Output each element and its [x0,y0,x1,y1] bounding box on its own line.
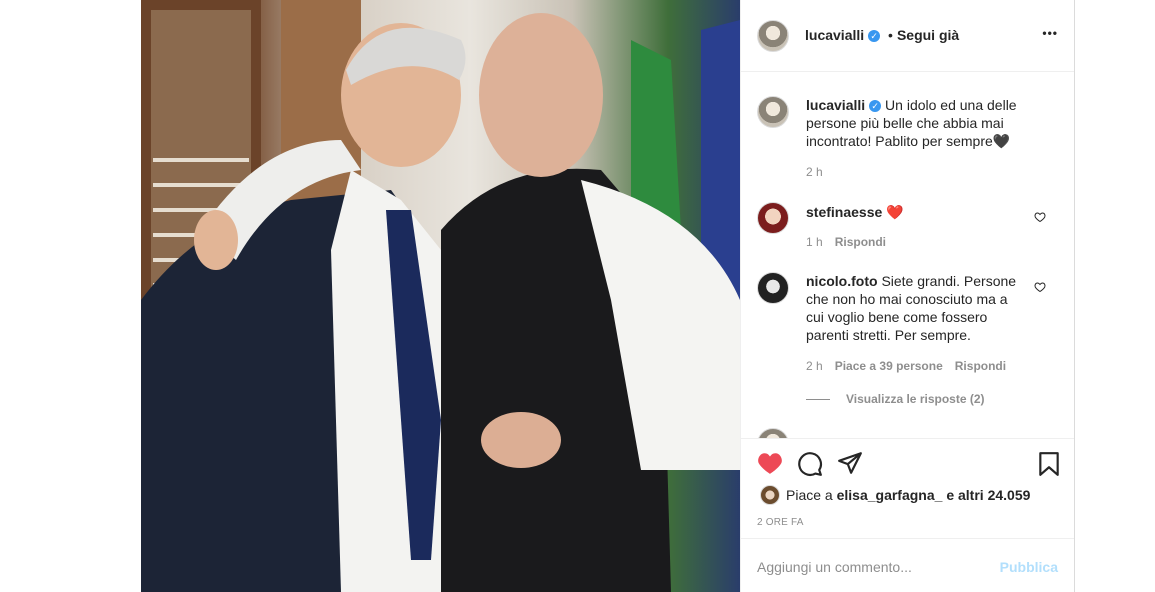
author-line: lucavialli ✓ • Segui già [805,27,959,43]
post-photo-illustration [141,0,740,592]
verified-badge-icon: ✓ [869,100,882,112]
add-comment-bar: Aggiungi un commento... Pubblica [741,538,1074,592]
more-options-icon[interactable]: ••• [1042,26,1058,40]
replies-divider [806,399,830,401]
comment-text: stefinaesse ❤️ [806,203,1021,221]
author-username[interactable]: lucavialli [805,27,864,43]
comment-avatar[interactable] [757,202,789,234]
post-timestamp[interactable]: 2 ORE FA [757,517,804,528]
post-details-panel: lucavialli ✓ • Segui già ••• lucavialli ✓ U… [740,0,1075,592]
comment-time[interactable]: 1 h [806,235,823,249]
comment-meta: 2 h Piace a 39 persone Rispondi [806,359,1018,373]
caption-text: lucavialli ✓ Un idolo ed una delle person… [806,96,1021,150]
comment-avatar[interactable] [757,428,789,438]
comment-username[interactable]: nicolo.foto [806,273,878,289]
view-replies-button[interactable]: Visualizza le risposte (2) [806,392,985,406]
reply-button[interactable]: Rispondi [835,235,886,249]
comment-likes-link[interactable]: Piace a 39 persone [835,359,943,373]
comment-time[interactable]: 2 h [806,359,823,373]
like-heart-icon[interactable] [757,451,783,475]
caption-username[interactable]: lucavialli [806,97,865,113]
publish-button[interactable]: Pubblica [1000,559,1058,575]
separator-dot: • [888,27,893,43]
like-comment-heart-icon[interactable] [1034,281,1046,293]
caption-time[interactable]: 2 h [806,165,823,179]
caption-author-avatar[interactable] [757,96,789,128]
likes-summary[interactable]: Piace a elisa_garfagna_ e altri 24.059 [786,487,1030,503]
comments-list[interactable]: lucavialli ✓ Un idolo ed una delle person… [741,72,1074,438]
follow-status-button[interactable]: Segui già [897,27,959,43]
like-comment-heart-icon[interactable] [1034,211,1046,223]
share-direct-icon[interactable] [837,451,863,475]
comment-meta: 1 h Rispondi [806,235,898,249]
likes-user[interactable]: elisa_garfagna_ [837,487,943,503]
likes-prefix: Piace a [786,487,837,503]
view-replies-label: Visualizza le risposte (2) [846,392,985,406]
comment-icon[interactable] [797,451,823,477]
comment-username[interactable]: stefinaesse [806,204,882,220]
post-photo[interactable] [141,0,740,592]
author-avatar[interactable] [757,20,789,52]
liker-avatar[interactable] [760,485,780,505]
comment-avatar[interactable] [757,272,789,304]
verified-badge-icon: ✓ [868,30,881,42]
bookmark-save-icon[interactable] [1038,451,1060,477]
post-actions: Piace a elisa_garfagna_ e altri 24.059 2… [741,438,1074,538]
add-comment-input[interactable]: Aggiungi un commento... [757,559,912,575]
comment-text: nicolo.foto Siete grandi. Persone che no… [806,272,1021,344]
comment-body: ❤️ [886,204,904,220]
caption-meta: 2 h [806,165,835,179]
likes-count[interactable]: e altri 24.059 [942,487,1030,503]
post-header: lucavialli ✓ • Segui già ••• [741,0,1074,72]
reply-button[interactable]: Rispondi [955,359,1006,373]
